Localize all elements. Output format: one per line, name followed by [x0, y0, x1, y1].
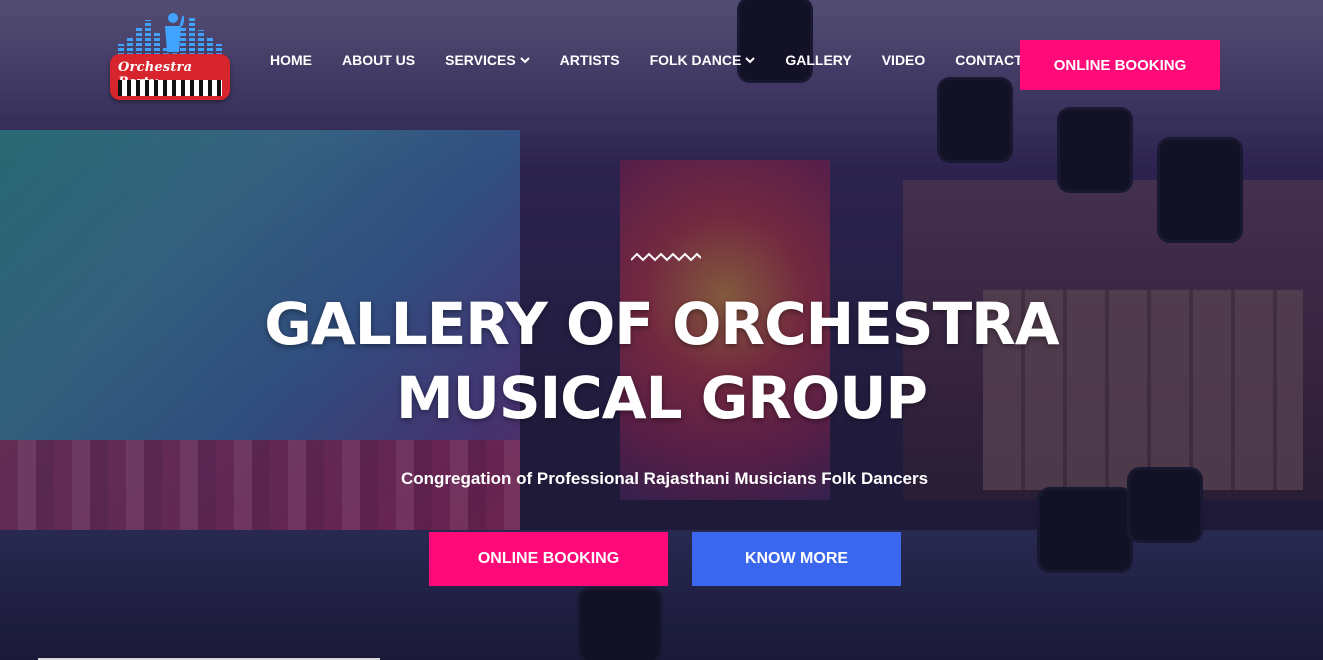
nav-gallery[interactable]: GALLERY [785, 52, 851, 68]
online-booking-button[interactable]: ONLINE BOOKING [429, 532, 668, 586]
nav-services[interactable]: SERVICES [445, 52, 530, 68]
nav-folk-dance[interactable]: FOLK DANCE [650, 52, 756, 68]
nav-about-us[interactable]: ABOUT US [342, 52, 415, 68]
nav-artists[interactable]: ARTISTS [560, 52, 620, 68]
piano-keys-icon [118, 80, 222, 96]
hero-subtitle: Congregation of Professional Rajasthani … [400, 469, 929, 488]
hero-title: GALLERY OF ORCHESTRA MUSICAL GROUP [0, 287, 1323, 435]
singer-figure-icon [165, 13, 184, 52]
nav-video[interactable]: VIDEO [882, 52, 926, 68]
nav-home[interactable]: HOME [270, 52, 312, 68]
know-more-button[interactable]: KNOW MORE [692, 532, 901, 586]
hero-title-line-2: MUSICAL GROUP [396, 364, 928, 432]
chevron-down-icon [745, 57, 756, 64]
hero-title-line-1: GALLERY OF ORCHESTRA [264, 290, 1059, 358]
site-logo[interactable]: Orchestra Party [110, 12, 230, 100]
online-booking-nav-button[interactable]: ONLINE BOOKING [1020, 40, 1220, 90]
wave-divider-icon [631, 252, 701, 262]
main-navigation: HOME ABOUT US SERVICES ARTISTS FOLK DANC… [270, 52, 1076, 68]
logo-plate: Orchestra Party [110, 54, 230, 100]
chevron-down-icon [519, 57, 530, 64]
